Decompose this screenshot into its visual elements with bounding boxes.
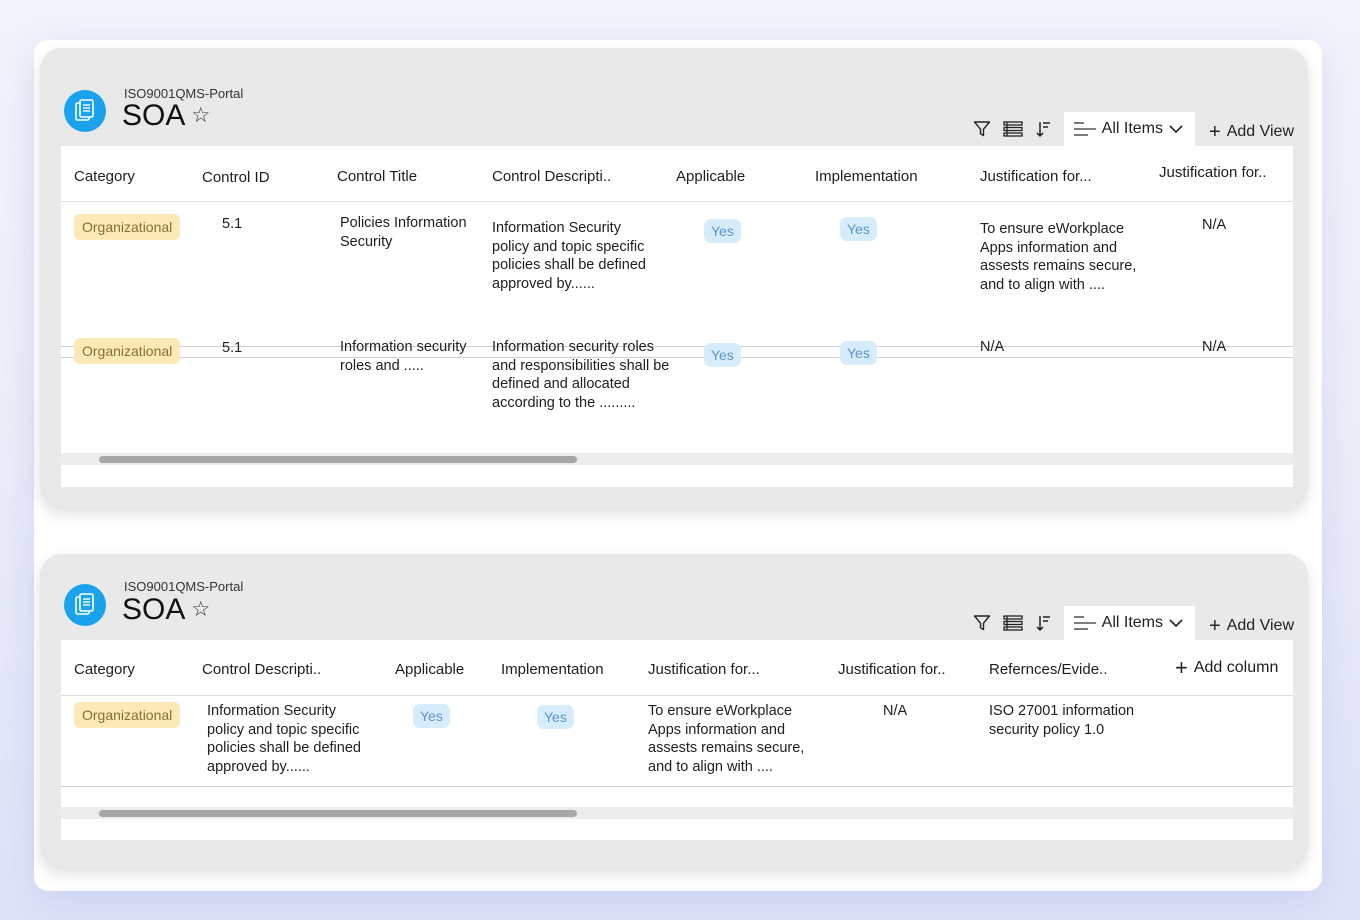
table-header: Category Control ID Control Title Contro…	[61, 146, 1293, 202]
plus-icon: +	[1209, 121, 1221, 143]
view-selector[interactable]: All Items	[1063, 112, 1195, 146]
column-header-justification-1[interactable]: Justification for...	[980, 168, 1092, 185]
scrollbar-thumb[interactable]	[99, 456, 577, 463]
control-id-cell: 5.1	[222, 216, 243, 232]
sort-icon[interactable]	[1029, 112, 1060, 146]
view-lines-icon	[1073, 122, 1096, 136]
column-header-control-title[interactable]: Control Title	[337, 168, 417, 185]
column-header-implementation[interactable]: Implementation	[501, 661, 604, 678]
list-table: Category Control ID Control Title Contro…	[61, 146, 1293, 487]
category-badge: Organizational	[74, 702, 181, 728]
references-cell: ISO 27001 information security policy 1.…	[989, 703, 1135, 738]
view-selector-label: All Items	[1101, 614, 1163, 631]
list-toolbar: All Items + Add View	[967, 606, 1294, 640]
implementation-badge: Yes	[537, 705, 574, 729]
column-header-justification-2[interactable]: Justification for..	[1159, 164, 1267, 181]
filter-icon[interactable]	[967, 606, 998, 640]
control-title-cell[interactable]: Information security roles and .....	[340, 338, 485, 375]
category-badge: Organizational	[74, 214, 181, 240]
list-toolbar: All Items + Add View	[967, 112, 1294, 146]
add-view-button[interactable]: + Add View	[1209, 117, 1294, 143]
plus-icon: +	[1209, 615, 1221, 637]
justification-cell: N/A	[980, 339, 1005, 355]
justification-cell: To ensure eWorkplace Apps information an…	[980, 221, 1137, 293]
column-header-implementation[interactable]: Implementation	[815, 168, 918, 185]
view-selector[interactable]: All Items	[1063, 606, 1195, 640]
control-description-cell: Information Security policy and topic sp…	[492, 220, 646, 292]
filter-icon[interactable]	[967, 112, 998, 146]
row-divider	[61, 786, 1293, 787]
add-view-label: Add View	[1226, 617, 1294, 634]
soa-list-panel-2: ISO9001QMS-Portal SOA ☆ All Items + Add …	[40, 554, 1308, 868]
soa-list-panel-1: ISO9001QMS-Portal SOA ☆ All Items + Add …	[40, 48, 1308, 508]
add-column-button[interactable]: + Add column	[1175, 655, 1279, 680]
column-header-justification-1[interactable]: Justification for...	[648, 661, 760, 678]
chevron-down-icon	[1169, 125, 1183, 134]
column-header-control-id[interactable]: Control ID	[202, 169, 270, 186]
site-logo-icon[interactable]	[64, 584, 106, 626]
column-header-references[interactable]: Refernces/Evide..	[989, 661, 1107, 678]
list-title: SOA	[122, 593, 186, 626]
category-badge: Organizational	[74, 338, 181, 364]
column-header-control-description[interactable]: Control Descripti..	[492, 168, 611, 185]
add-column-label: Add column	[1193, 659, 1279, 676]
table-header: Category Control Descripti.. Applicable …	[61, 640, 1293, 696]
add-view-label: Add View	[1226, 123, 1294, 140]
implementation-badge: Yes	[840, 341, 877, 365]
applicable-badge: Yes	[704, 343, 741, 367]
list-title: SOA	[122, 99, 186, 132]
star-icon[interactable]: ☆	[191, 98, 210, 134]
group-by-icon[interactable]	[998, 112, 1029, 146]
column-header-applicable[interactable]: Applicable	[676, 168, 745, 185]
control-id-cell: 5.1	[222, 340, 243, 356]
applicable-badge: Yes	[413, 704, 450, 728]
justification-cell: To ensure eWorkplace Apps information an…	[648, 703, 805, 775]
applicable-badge: Yes	[704, 219, 741, 243]
control-title-cell[interactable]: Policies Information Security	[340, 214, 480, 251]
row-divider	[61, 357, 1293, 358]
row-divider	[61, 346, 1293, 347]
implementation-badge: Yes	[840, 217, 877, 241]
view-selector-label: All Items	[1101, 120, 1163, 137]
horizontal-scrollbar[interactable]	[61, 453, 1293, 465]
view-lines-icon	[1073, 616, 1096, 630]
scrollbar-thumb[interactable]	[99, 810, 577, 817]
column-header-category[interactable]: Category	[74, 168, 135, 185]
column-header-applicable[interactable]: Applicable	[395, 661, 464, 678]
justification-cell: N/A	[883, 703, 908, 719]
add-view-button[interactable]: + Add View	[1209, 611, 1294, 637]
control-description-cell: Information Security policy and topic sp…	[207, 703, 361, 775]
sort-icon[interactable]	[1029, 606, 1060, 640]
group-by-icon[interactable]	[998, 606, 1029, 640]
chevron-down-icon	[1169, 619, 1183, 628]
control-description-cell: Information security roles and responsib…	[492, 339, 670, 411]
list-table: Category Control Descripti.. Applicable …	[61, 640, 1293, 840]
justification-cell: N/A	[1202, 339, 1227, 355]
column-header-control-description[interactable]: Control Descripti..	[202, 661, 321, 678]
star-icon[interactable]: ☆	[191, 592, 210, 628]
horizontal-scrollbar[interactable]	[61, 807, 1293, 819]
justification-cell: N/A	[1202, 217, 1227, 233]
site-logo-icon[interactable]	[64, 90, 106, 132]
column-header-category[interactable]: Category	[74, 661, 135, 678]
column-header-justification-2[interactable]: Justification for..	[838, 661, 946, 678]
plus-icon: +	[1175, 655, 1188, 680]
